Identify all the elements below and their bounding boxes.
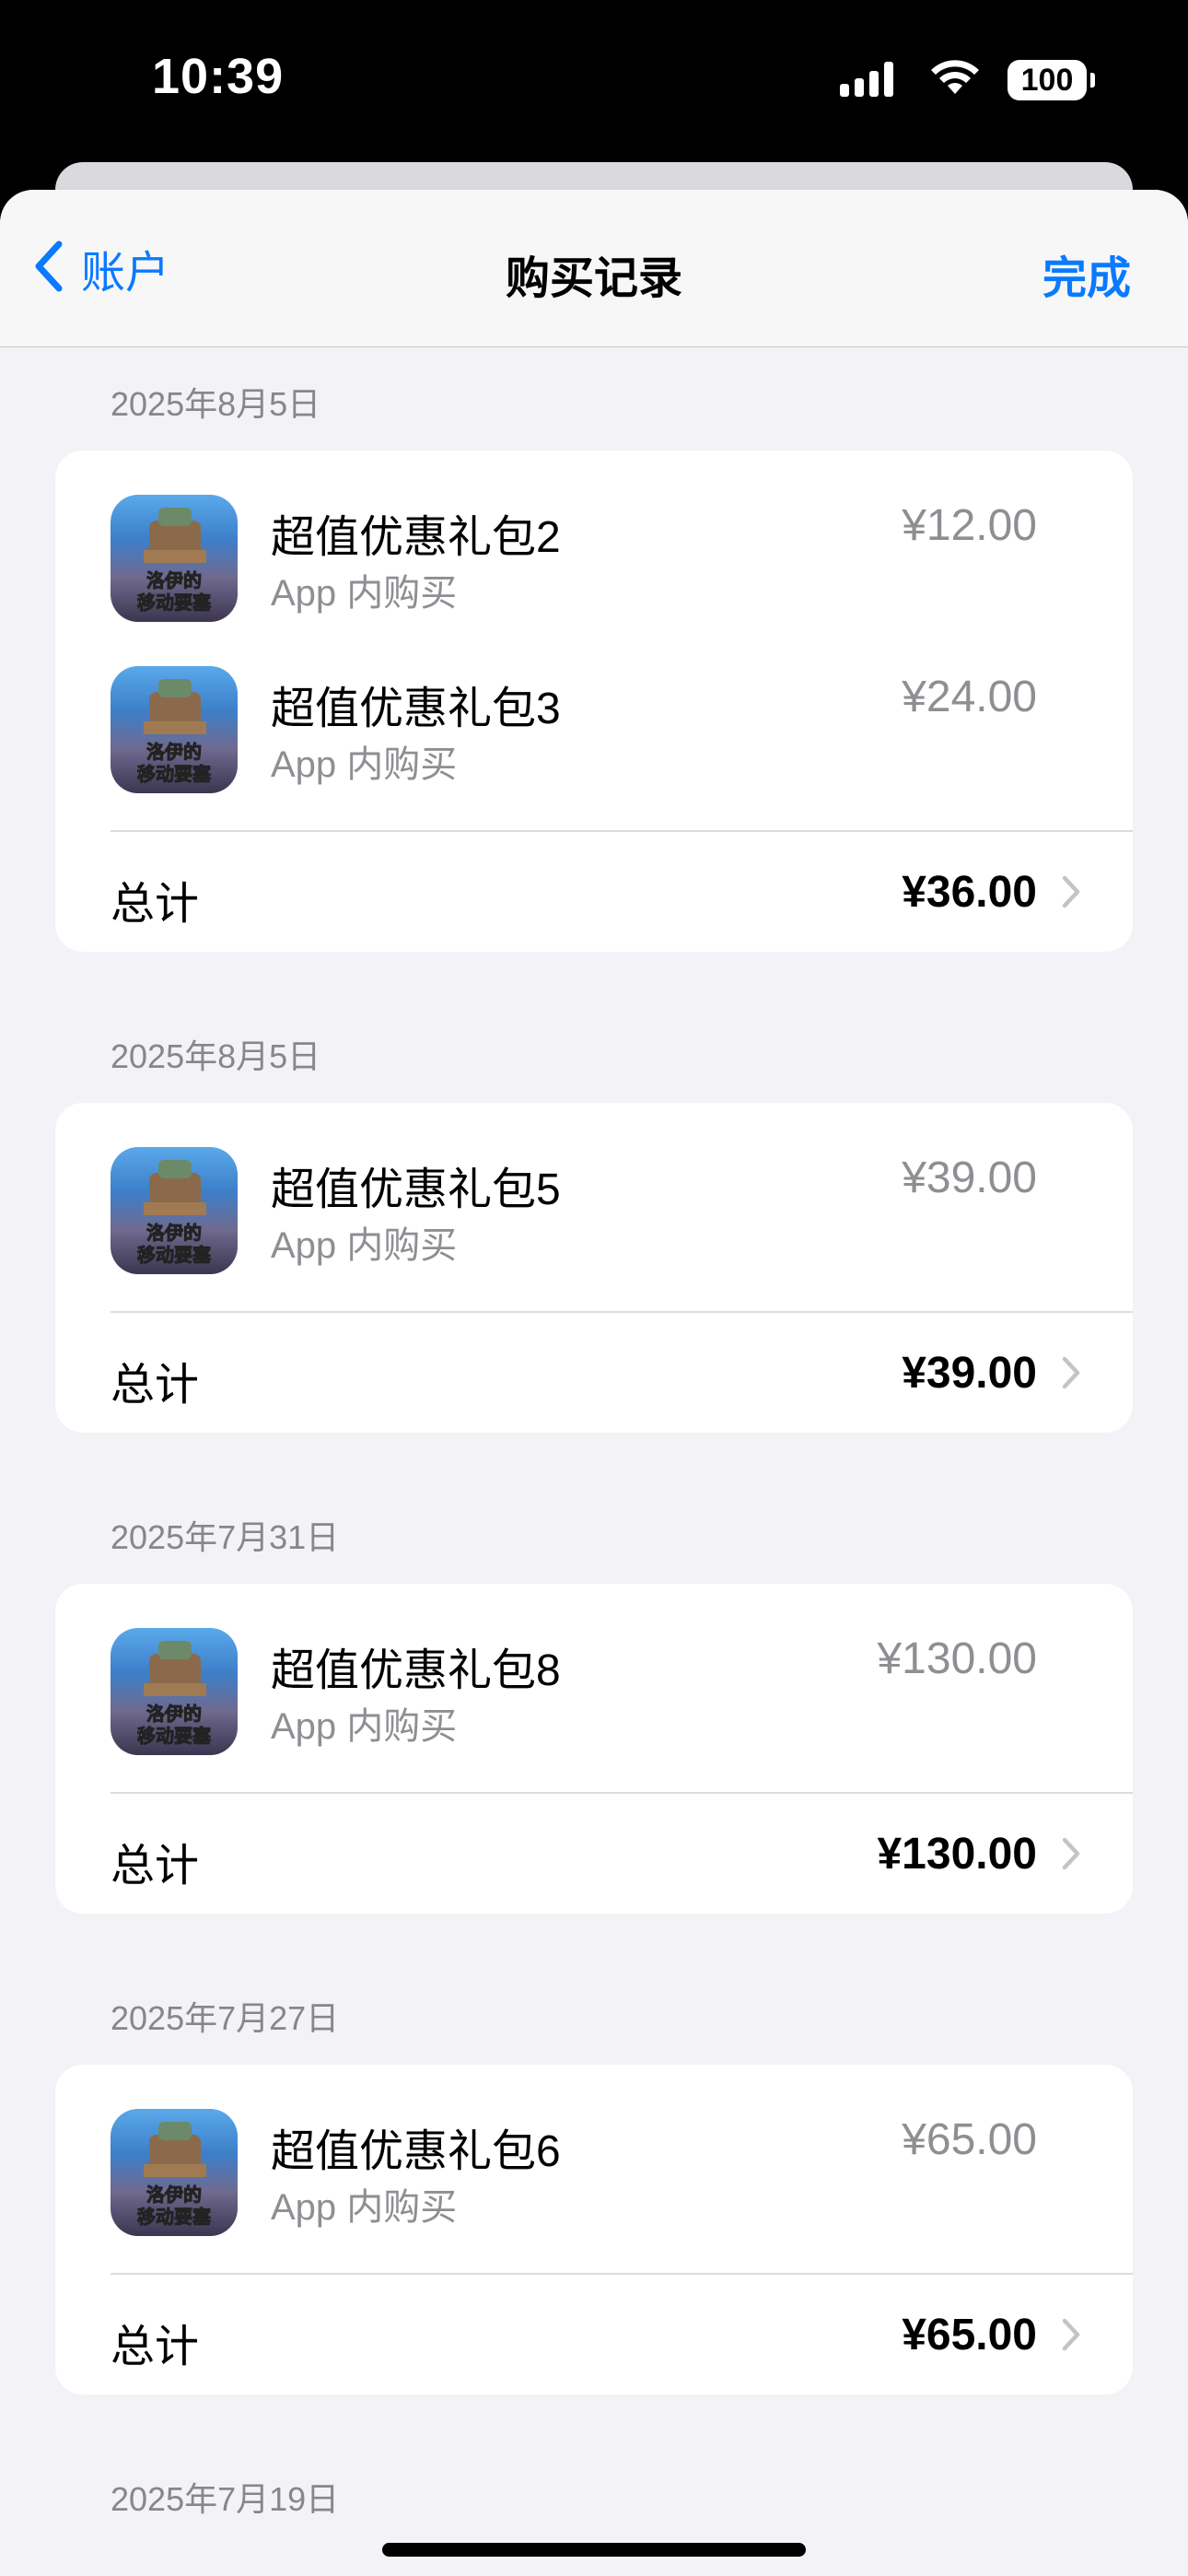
app-icon: 洛伊的 移动要塞	[111, 2109, 238, 2236]
total-label: 总计	[111, 1842, 200, 1891]
purchase-group: 2025年8月5日 洛伊的 移动要塞 超值优	[0, 952, 1188, 1433]
app-icon-line-2: 移动要塞	[137, 2206, 212, 2228]
purchase-history-sheet: 账户 购买记录 完成 2025年8月5日 洛伊的 移动要塞 超值优惠礼包2 Ap…	[0, 190, 1188, 2576]
purchase-list: 2025年8月5日 洛伊的 移动要塞 超值优惠礼包2 App 内购买 ¥12.0…	[0, 347, 1188, 2522]
item-price: ¥39.00	[902, 1153, 1037, 1202]
clock: 10:39	[152, 49, 285, 104]
cellular-signal-icon	[840, 60, 903, 101]
item-name: 超值优惠礼包3	[271, 685, 561, 733]
purchase-group: 2025年7月19日	[0, 2395, 1188, 2522]
navigation-bar: 账户 购买记录 完成	[0, 190, 1188, 347]
purchase-item[interactable]: 洛伊的 移动要塞 超值优惠礼包6 App 内购买 ¥65.00	[55, 2065, 1133, 2236]
app-icon-line-1: 洛伊的	[146, 741, 202, 763]
item-type: App 内购买	[271, 1706, 458, 1747]
app-icon: 洛伊的 移动要塞	[111, 1628, 238, 1755]
app-icon-line-2: 移动要塞	[137, 1244, 212, 1266]
item-list: 洛伊的 移动要塞 超值优惠礼包2 App 内购买 ¥12.00 洛伊的 移动要塞…	[55, 451, 1133, 830]
purchase-item[interactable]: 洛伊的 移动要塞 超值优惠礼包2 App 内购买 ¥12.00	[55, 451, 1133, 622]
item-list: 洛伊的 移动要塞 超值优惠礼包6 App 内购买 ¥65.00	[55, 2065, 1133, 2273]
total-amount: ¥36.00	[902, 868, 1037, 917]
total-row[interactable]: 总计 ¥130.00	[55, 1794, 1133, 1914]
item-name: 超值优惠礼包6	[271, 2127, 561, 2176]
status-bar: 10:39 100	[0, 0, 1188, 157]
section-date: 2025年7月27日	[111, 1999, 340, 2037]
page-title: 购买记录	[505, 254, 682, 303]
total-amount: ¥65.00	[902, 2311, 1037, 2359]
item-type: App 内购买	[271, 573, 458, 614]
item-list: 洛伊的 移动要塞 超值优惠礼包5 App 内购买 ¥39.00	[55, 1103, 1133, 1311]
app-icon-line-1: 洛伊的	[146, 569, 202, 591]
status-icons: 100	[840, 57, 1095, 103]
purchase-card: 洛伊的 移动要塞 超值优惠礼包6 App 内购买 ¥65.00 总计 ¥65.0…	[55, 2065, 1133, 2395]
purchase-item[interactable]: 洛伊的 移动要塞 超值优惠礼包5 App 内购买 ¥39.00	[55, 1103, 1133, 1274]
purchase-item[interactable]: 洛伊的 移动要塞 超值优惠礼包3 App 内购买 ¥24.00	[55, 622, 1133, 793]
app-icon-line-1: 洛伊的	[146, 1703, 202, 1725]
item-price: ¥12.00	[902, 501, 1037, 550]
chevron-right-icon	[1061, 1836, 1081, 1876]
purchase-group: 2025年8月5日 洛伊的 移动要塞 超值优	[0, 347, 1188, 952]
item-name: 超值优惠礼包2	[271, 513, 561, 562]
app-icon-line-1: 洛伊的	[146, 2184, 202, 2206]
purchase-card: 洛伊的 移动要塞 超值优惠礼包5 App 内购买 ¥39.00 总计 ¥39.0…	[55, 1103, 1133, 1433]
battery-icon: 100	[1007, 60, 1095, 100]
section-date: 2025年8月5日	[111, 385, 321, 423]
total-label: 总计	[111, 2323, 200, 2371]
app-icon-line-2: 移动要塞	[137, 1725, 212, 1747]
home-indicator[interactable]	[382, 2543, 806, 2557]
purchase-card: 洛伊的 移动要塞 超值优惠礼包8 App 内购买 ¥130.00 总计 ¥130…	[55, 1584, 1133, 1914]
item-type: App 内购买	[271, 1225, 458, 1266]
chevron-right-icon	[1061, 1355, 1081, 1395]
app-icon: 洛伊的 移动要塞	[111, 495, 238, 622]
item-name: 超值优惠礼包5	[271, 1165, 561, 1214]
section-date: 2025年7月19日	[111, 2480, 340, 2518]
item-list: 洛伊的 移动要塞 超值优惠礼包8 App 内购买 ¥130.00	[55, 1584, 1133, 1792]
total-amount: ¥39.00	[902, 1349, 1037, 1398]
total-label: 总计	[111, 880, 200, 929]
app-icon-line-1: 洛伊的	[146, 1222, 202, 1244]
chevron-right-icon	[1061, 2317, 1081, 2357]
item-price: ¥130.00	[877, 1634, 1037, 1683]
done-button[interactable]: 完成	[1042, 241, 1131, 306]
total-row[interactable]: 总计 ¥65.00	[55, 2275, 1133, 2395]
purchase-group: 2025年7月27日 洛伊的 移动要塞 超值优惠礼包6 App 内购买 ¥65.…	[0, 1914, 1188, 2395]
app-icon: 洛伊的 移动要塞	[111, 666, 238, 793]
app-icon-line-2: 移动要塞	[137, 591, 212, 614]
item-type: App 内购买	[271, 2187, 458, 2228]
wifi-icon	[928, 59, 982, 102]
app-icon: 洛伊的 移动要塞	[111, 1147, 238, 1274]
item-name: 超值优惠礼包8	[271, 1646, 561, 1695]
item-price: ¥24.00	[902, 673, 1037, 721]
app-icon-line-2: 移动要塞	[137, 763, 212, 785]
total-row[interactable]: 总计 ¥39.00	[55, 1313, 1133, 1433]
purchase-group: 2025年7月31日 洛伊的 移动要塞 超值优惠礼包8 App 内购买 ¥130…	[0, 1433, 1188, 1914]
purchase-item[interactable]: 洛伊的 移动要塞 超值优惠礼包8 App 内购买 ¥130.00	[55, 1584, 1133, 1755]
total-amount: ¥130.00	[877, 1830, 1037, 1879]
item-type: App 内购买	[271, 744, 458, 785]
total-label: 总计	[111, 1361, 200, 1410]
item-price: ¥65.00	[902, 2115, 1037, 2164]
total-row[interactable]: 总计 ¥36.00	[55, 832, 1133, 952]
purchase-card: 洛伊的 移动要塞 超值优惠礼包2 App 内购买 ¥12.00 洛伊的 移动要塞…	[55, 451, 1133, 952]
chevron-right-icon	[1061, 874, 1081, 914]
section-date: 2025年7月31日	[111, 1518, 340, 1556]
section-date: 2025年8月5日	[111, 1037, 321, 1075]
